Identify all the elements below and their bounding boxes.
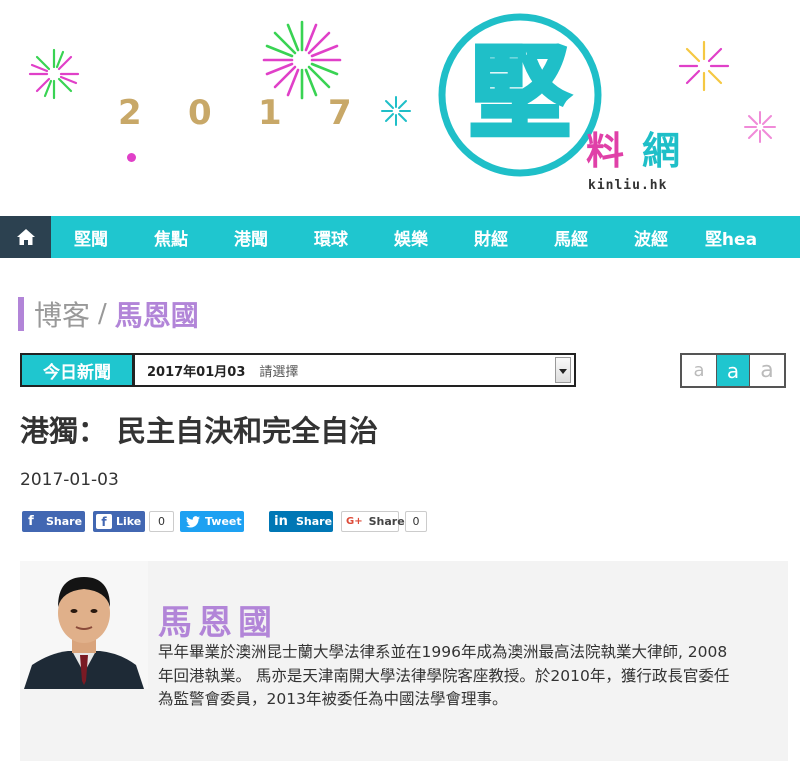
nav-item-horse-racing[interactable]: 馬經 bbox=[531, 225, 611, 250]
date-picker: 今日新聞 2017年01月03 請選擇 bbox=[20, 353, 576, 387]
nav-item-world[interactable]: 環球 bbox=[291, 225, 371, 250]
breadcrumb-author[interactable]: 馬恩國 bbox=[115, 294, 199, 334]
logo-url: kinliu.hk bbox=[588, 178, 668, 193]
facebook-like-button[interactable]: f Like bbox=[93, 511, 145, 532]
breadcrumb-separator: / bbox=[98, 299, 107, 329]
date-select[interactable]: 請選擇 bbox=[245, 355, 555, 385]
google-plus-share-button[interactable]: G+ Share bbox=[341, 511, 405, 532]
nav-item-kin-hea[interactable]: 堅hea bbox=[691, 225, 771, 250]
font-size-large-button[interactable]: a bbox=[750, 355, 784, 386]
facebook-like-count: 0 bbox=[149, 511, 174, 532]
facebook-icon: f bbox=[28, 514, 34, 529]
facebook-share-label: Share bbox=[46, 515, 83, 528]
nav-item-finance[interactable]: 財經 bbox=[451, 225, 531, 250]
google-plus-count: 0 bbox=[405, 511, 427, 532]
author-avatar[interactable] bbox=[20, 561, 148, 689]
tweet-button[interactable]: Tweet bbox=[180, 511, 244, 532]
breadcrumb-section[interactable]: 博客 bbox=[34, 294, 90, 334]
nav-home-button[interactable] bbox=[0, 216, 51, 258]
author-bio: 早年畢業於澳洲昆士蘭大學法律系並在1996年成為澳洲最高法院執業大律師, 200… bbox=[158, 643, 730, 708]
logo-mark: 堅 bbox=[470, 35, 570, 152]
firework-green-icon bbox=[28, 48, 80, 100]
nav-item-kin-news[interactable]: 堅聞 bbox=[51, 225, 131, 250]
author-photo bbox=[20, 561, 148, 689]
firework-pink-icon bbox=[744, 111, 776, 143]
logo-sub-1: 料 bbox=[586, 129, 627, 173]
author-profile: 馬恩國 早年畢業於澳洲昆士蘭大學法律系並在1996年成為澳洲最高法院執業大律師,… bbox=[20, 561, 788, 761]
linkedin-icon: in bbox=[274, 514, 288, 529]
breadcrumb-accent-bar bbox=[18, 297, 24, 331]
dropdown-arrow-icon[interactable] bbox=[555, 357, 571, 383]
google-plus-share-label: Share bbox=[368, 515, 405, 528]
year-digit: 7 bbox=[328, 93, 352, 133]
year-digit: 1 bbox=[258, 93, 282, 133]
banner-year: 2 0 1 7 bbox=[118, 93, 398, 133]
linkedin-share-label: Share bbox=[296, 515, 333, 528]
linkedin-share-button[interactable]: in Share bbox=[269, 511, 333, 532]
main-nav: 堅聞 焦點 港聞 環球 娛樂 財經 馬經 波經 堅hea bbox=[0, 216, 800, 258]
article-date: 2017-01-03 bbox=[20, 470, 119, 490]
facebook-icon: f bbox=[96, 514, 112, 529]
twitter-icon bbox=[186, 515, 200, 528]
facebook-share-button[interactable]: f Share bbox=[22, 511, 85, 532]
site-banner: 2 0 1 7 堅 料 網 kinliu.hk bbox=[0, 0, 800, 215]
firework-large-icon bbox=[262, 20, 342, 100]
article-title: 港獨： 民主自決和完全自治 bbox=[20, 414, 379, 448]
site-logo[interactable]: 堅 bbox=[435, 10, 605, 180]
facebook-like-label: Like bbox=[116, 515, 142, 528]
nav-item-hk-news[interactable]: 港聞 bbox=[211, 225, 291, 250]
breadcrumb: 博客 / 馬恩國 bbox=[18, 295, 199, 333]
nav-item-football[interactable]: 波經 bbox=[611, 225, 691, 250]
nav-item-focus[interactable]: 焦點 bbox=[131, 225, 211, 250]
year-digit: 0 bbox=[188, 93, 212, 133]
nav-item-entertainment[interactable]: 娛樂 bbox=[371, 225, 451, 250]
date-select-placeholder: 請選擇 bbox=[259, 364, 299, 380]
year-digit: 2 bbox=[118, 93, 142, 133]
google-plus-icon: G+ bbox=[346, 516, 363, 527]
today-news-label[interactable]: 今日新聞 bbox=[22, 355, 132, 385]
font-size-small-button[interactable]: a bbox=[682, 355, 716, 386]
tweet-label: Tweet bbox=[205, 515, 242, 528]
author-name[interactable]: 馬恩國 bbox=[158, 595, 278, 644]
font-size-medium-button[interactable]: a bbox=[716, 355, 750, 386]
font-size-switcher: a a a bbox=[680, 353, 786, 388]
current-date: 2017年01月03 bbox=[147, 364, 246, 380]
firework-yellow-icon bbox=[678, 40, 730, 92]
logo-sub-2: 網 bbox=[642, 129, 681, 173]
decor-dot bbox=[127, 153, 136, 162]
home-icon bbox=[16, 229, 35, 245]
